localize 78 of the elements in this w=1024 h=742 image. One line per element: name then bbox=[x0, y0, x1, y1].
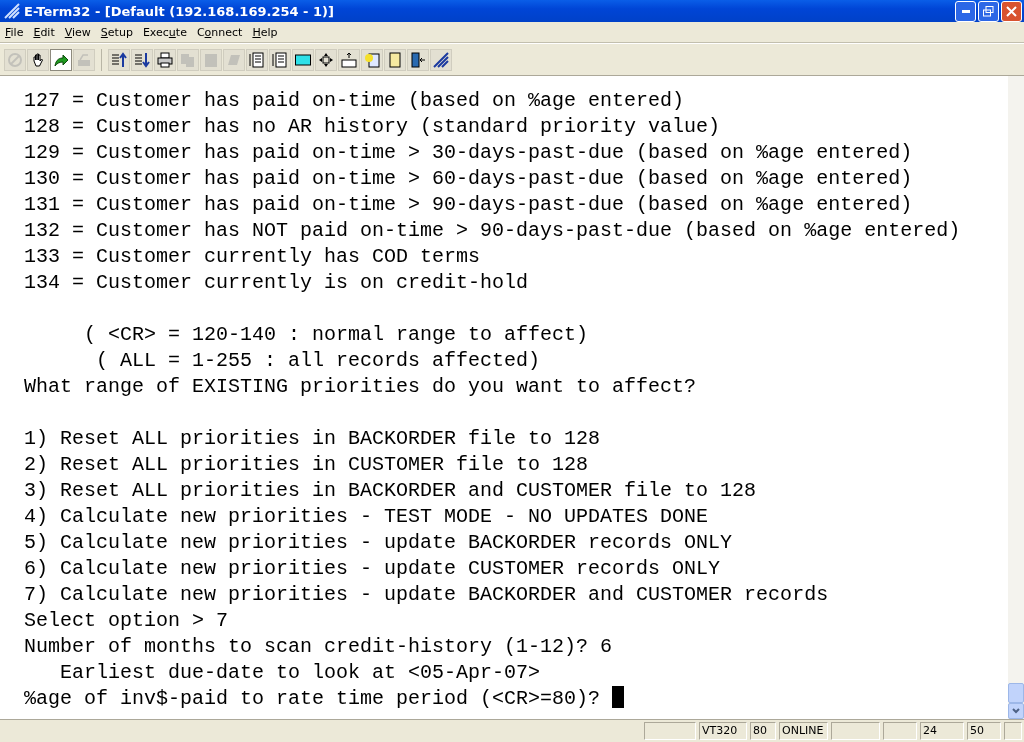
toolbar-button[interactable] bbox=[108, 49, 130, 71]
menu-item[interactable]: Connect bbox=[191, 25, 248, 39]
status-panel bbox=[644, 722, 696, 740]
terminal-line: 128 = Customer has no AR history (standard priority value) bbox=[24, 115, 721, 138]
scroll-down-button[interactable] bbox=[1008, 703, 1024, 719]
curved-arrow-icon bbox=[53, 52, 69, 68]
menu-item[interactable]: Help bbox=[247, 25, 283, 39]
status-panel: 50 bbox=[967, 722, 1001, 740]
terminal-line: 7) Calculate new priorities - update BACKORDER and CUSTOMER records bbox=[24, 583, 829, 606]
parallelogram-icon bbox=[226, 52, 242, 68]
terminal-line: 129 = Customer has paid on-time > 30-days-past-due (based on %age entered) bbox=[24, 141, 913, 164]
terminal-line: 4) Calculate new priorities - TEST MODE - NO UPDATES DONE bbox=[24, 505, 709, 528]
restore-icon bbox=[983, 5, 994, 17]
hand-icon bbox=[30, 52, 46, 68]
lines-down-arrow-icon bbox=[134, 52, 150, 68]
menu-item[interactable]: View bbox=[59, 25, 96, 39]
restore-button[interactable] bbox=[978, 0, 999, 22]
minimize-icon bbox=[961, 9, 970, 13]
document-icon bbox=[387, 52, 403, 68]
window-title: E-Term32 - [Default (192.168.169.254 - 1)] bbox=[24, 3, 335, 19]
keyboard-icon bbox=[341, 52, 357, 68]
terminal-line: What range of EXISTING priorities do you want to affect? bbox=[24, 375, 697, 398]
help-document-icon bbox=[364, 52, 380, 68]
terminal-line: Earliest due-date to look at <05-Apr-07> bbox=[59, 661, 541, 684]
status-panel bbox=[883, 722, 917, 740]
printer-icon bbox=[157, 52, 173, 68]
terminal-line: 2) Reset ALL priorities in CUSTOMER file to 128 bbox=[24, 453, 589, 476]
status-panel bbox=[1004, 722, 1022, 740]
toolbar-button[interactable] bbox=[407, 49, 429, 71]
toolbar-button[interactable] bbox=[154, 49, 176, 71]
display-icon bbox=[295, 52, 311, 68]
menu-item[interactable]: File bbox=[0, 25, 29, 39]
door-exit-icon bbox=[410, 52, 426, 68]
terminal-line: Select option > 7 bbox=[24, 609, 229, 632]
scroll-bar[interactable] bbox=[1008, 76, 1024, 719]
toolbar-button[interactable] bbox=[292, 49, 314, 71]
prohibited-icon bbox=[7, 52, 23, 68]
terminal-line: %age of inv$-paid to rate time period (<CR>=80)? bbox=[24, 687, 602, 710]
copy-icon bbox=[180, 52, 196, 68]
clipboard-icon bbox=[203, 52, 219, 68]
terminal-line: 130 = Customer has paid on-time > 60-days-past-due (based on %age entered) bbox=[24, 167, 913, 190]
toolbar-button[interactable] bbox=[430, 49, 452, 71]
toolbar-button[interactable] bbox=[315, 49, 337, 71]
page-lines-icon bbox=[249, 52, 265, 68]
close-icon bbox=[1006, 5, 1017, 17]
terminal-line: Number of months to scan credit-history (1-12)? 6 bbox=[24, 635, 613, 658]
status-panel bbox=[831, 722, 880, 740]
machine-icon bbox=[76, 52, 92, 68]
terminal-line: 133 = Customer currently has COD terms bbox=[24, 245, 481, 268]
terminal-line: 5) Calculate new priorities - update BACKORDER records ONLY bbox=[24, 531, 733, 554]
menu-item[interactable]: Execute bbox=[137, 25, 192, 39]
menu-item[interactable]: Edit bbox=[28, 25, 60, 39]
scroll-thumb[interactable] bbox=[1008, 683, 1024, 703]
terminal-line: ( <CR> = 120-140 : normal range to affect) bbox=[83, 323, 589, 346]
chevron-down-icon bbox=[1012, 708, 1020, 714]
page-lines-icon bbox=[272, 52, 288, 68]
lines-up-arrow-icon bbox=[111, 52, 127, 68]
toolbar-button[interactable] bbox=[27, 49, 49, 71]
minimize-button[interactable] bbox=[955, 0, 976, 22]
status-panel: ONLINE bbox=[779, 722, 828, 740]
terminal-line: 131 = Customer has paid on-time > 90-days-past-due (based on %age entered) bbox=[24, 193, 913, 216]
status-panel: 24 bbox=[920, 722, 964, 740]
move-arrows-icon bbox=[318, 52, 334, 68]
terminal-line: 127 = Customer has paid on-time (based on %age entered) bbox=[24, 89, 685, 112]
terminal-line: 132 = Customer has NOT paid on-time > 90-days-past-due (based on %age entered) bbox=[24, 219, 961, 242]
diagonal-stripes-icon bbox=[4, 3, 20, 19]
terminal-line: 6) Calculate new priorities - update CUSTOMER records ONLY bbox=[24, 557, 721, 580]
toolbar-button[interactable] bbox=[131, 49, 153, 71]
terminal-line: ( ALL = 1-255 : all records affected) bbox=[95, 349, 541, 372]
terminal-line: 1) Reset ALL priorities in BACKORDER file to 128 bbox=[24, 427, 601, 450]
toolbar-button[interactable] bbox=[50, 49, 72, 71]
diagonal-stripes-icon bbox=[433, 52, 449, 68]
terminal-line: 134 = Customer currently is on credit-hold bbox=[24, 271, 529, 294]
close-button[interactable] bbox=[1001, 0, 1022, 22]
menu-item[interactable]: Setup bbox=[95, 25, 138, 39]
status-panel: VT320 bbox=[699, 722, 747, 740]
terminal-line: 3) Reset ALL priorities in BACKORDER and CUSTOMER file to 128 bbox=[24, 479, 757, 502]
status-panel: 80 bbox=[750, 722, 776, 740]
